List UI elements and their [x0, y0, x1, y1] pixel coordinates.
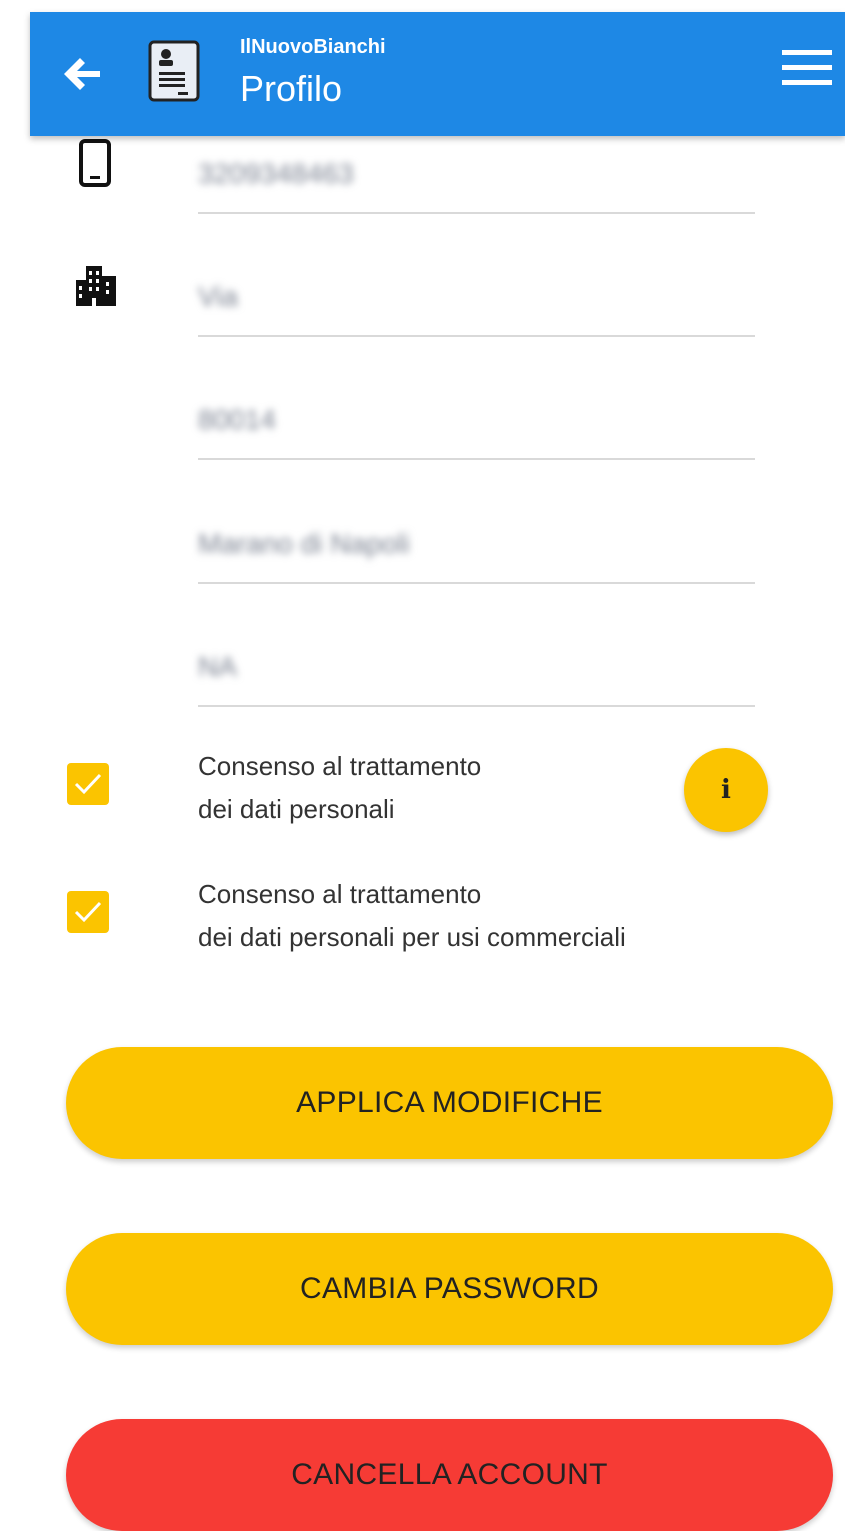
province-field[interactable]: NA — [198, 645, 755, 707]
change-password-button[interactable]: CAMBIA PASSWORD — [66, 1233, 833, 1345]
app-bar: IlNuovoBianchi Profilo — [30, 12, 845, 136]
hamburger-menu-icon — [782, 50, 832, 85]
consent-line-2: dei dati personali per usi commerciali — [198, 922, 626, 952]
check-icon — [74, 773, 102, 795]
consent-line-1: Consenso al trattamento — [198, 879, 482, 909]
delete-account-button[interactable]: CANCELLA ACCOUNT — [66, 1419, 833, 1531]
hamburger-menu-button[interactable] — [782, 46, 832, 90]
back-arrow-icon — [64, 58, 100, 90]
phone-field[interactable]: 3209348463 — [198, 152, 755, 214]
cap-field[interactable]: 80014 — [198, 398, 755, 460]
address-field[interactable]: Via — [198, 275, 755, 337]
apply-changes-button[interactable]: APPLICA MODIFICHE — [66, 1047, 833, 1159]
smartphone-icon — [79, 139, 111, 187]
commercial-consent-checkbox[interactable] — [67, 891, 109, 933]
city-value: Marano di Napoli — [198, 528, 410, 559]
check-icon — [74, 901, 102, 923]
info-icon: i — [721, 775, 731, 805]
address-value: Via — [198, 281, 238, 312]
app-name: IlNuovoBianchi — [240, 36, 386, 58]
cap-value: 80014 — [198, 404, 276, 435]
consent-info-button[interactable]: i — [684, 748, 768, 832]
consent-line-1: Consenso al trattamento — [198, 751, 482, 781]
consent-line-2: dei dati personali — [198, 794, 395, 824]
province-value: NA — [198, 651, 237, 682]
city-buildings-icon — [76, 266, 116, 306]
phone-value: 3209348463 — [198, 158, 354, 189]
commercial-consent-label: Consenso al trattamento dei dati persona… — [198, 873, 626, 959]
back-button[interactable] — [60, 54, 104, 94]
personal-data-consent-label: Consenso al trattamento dei dati persona… — [198, 745, 481, 831]
city-field[interactable]: Marano di Napoli — [198, 522, 755, 584]
personal-data-consent-checkbox[interactable] — [67, 763, 109, 805]
page-title: Profilo — [240, 68, 343, 109]
contact-card-icon — [148, 40, 200, 102]
